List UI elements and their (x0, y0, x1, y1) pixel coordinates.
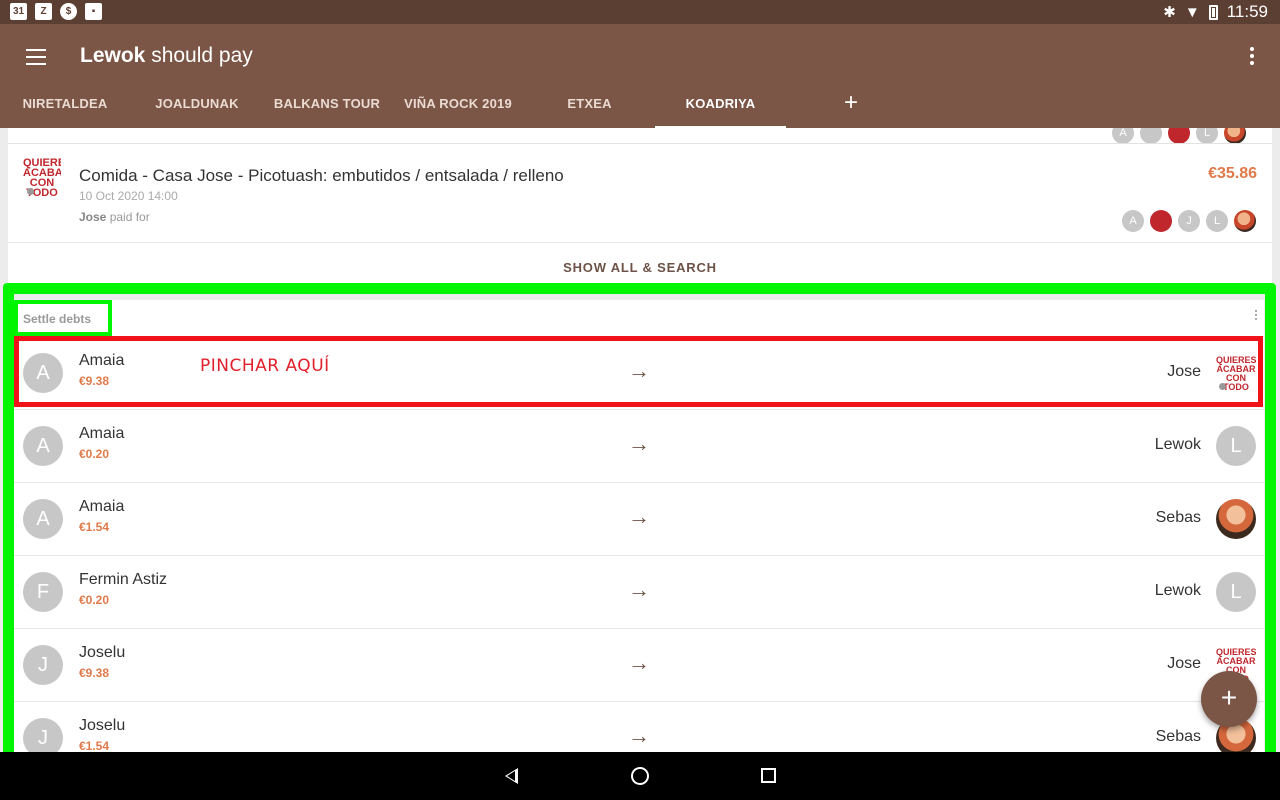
creditor-avatar: QUIERES ACABAR CON TODO (1216, 353, 1256, 393)
battery-icon (1208, 4, 1218, 20)
debt-amount: €9.38 (79, 374, 110, 388)
participant-avatar: A (1122, 210, 1144, 232)
creditor-name: Jose (1167, 655, 1201, 672)
creditor-name: Sebas (1155, 509, 1201, 526)
overflow-menu-icon[interactable] (1250, 47, 1256, 67)
debt-amount: €1.54 (79, 520, 110, 534)
bluetooth-icon: ✱ (1163, 4, 1176, 21)
debt-amount: €0.20 (79, 447, 110, 461)
status-bar: 31 Z $ ▪ ✱ ▼ 11:59 (0, 0, 1280, 24)
expense-title: Comida - Casa Jose - Picotuash: embutido… (79, 166, 564, 185)
arrow-right-icon: → (628, 358, 650, 383)
creditor-name: Sebas (1155, 728, 1201, 745)
debtor-avatar: A (23, 426, 63, 466)
settle-overflow-icon[interactable] (1255, 310, 1258, 322)
calendar-icon: 31 (10, 3, 27, 20)
creditor-name: Jose (1167, 363, 1201, 380)
payer-avatar: QUIERES ACABAR CON TODO (23, 158, 61, 198)
menu-icon[interactable] (26, 49, 46, 65)
arrow-right-icon: → (628, 504, 650, 529)
content-area: A L QUIERES ACABAR CON TODO Comida - Cas… (0, 128, 1280, 752)
clock: 11:59 (1226, 2, 1268, 21)
debt-amount: €0.20 (79, 593, 110, 607)
debt-amount: €9.38 (79, 666, 110, 680)
dollar-icon: $ (60, 3, 77, 20)
tab-balkans-tour[interactable]: BALKANS TOUR (262, 80, 392, 128)
expense-paid-for: Jose paid for (79, 210, 150, 224)
app-bar: Lewok should pay NIRETALDEA JOALDUNAK BA… (0, 24, 1280, 128)
group-tabs: NIRETALDEA JOALDUNAK BALKANS TOUR VIÑA R… (0, 80, 1280, 128)
debtor-avatar: J (23, 645, 63, 685)
home-icon[interactable] (631, 767, 649, 785)
arrow-right-icon: → (628, 723, 650, 748)
participant-avatar (1150, 210, 1172, 232)
debtor-name: Amaia (79, 352, 125, 369)
creditor-avatar (1216, 499, 1256, 539)
participant-avatar: A (1112, 128, 1134, 144)
previous-participants: A L (1112, 128, 1246, 144)
expense-date: 10 Oct 2020 14:00 (79, 189, 178, 203)
debtor-name: Fermin Astiz (79, 571, 168, 588)
divider (8, 143, 1272, 144)
debt-row[interactable]: J Joselu €9.38 → Jose QUIERES ACABAR CON… (12, 628, 1264, 701)
tab-koadriya[interactable]: KOADRIYA (655, 80, 786, 128)
arrow-right-icon: → (628, 577, 650, 602)
page-title: Lewok should pay (80, 44, 253, 67)
debtor-name: Joselu (79, 644, 126, 661)
tab-vina-rock-2019[interactable]: VIÑA ROCK 2019 (392, 80, 524, 128)
expense-participants: A J L (1122, 210, 1256, 232)
tab-joaldunak[interactable]: JOALDUNAK (132, 80, 262, 128)
participant-avatar (1224, 128, 1246, 144)
debtor-avatar: J (23, 718, 63, 752)
creditor-name: Lewok (1154, 436, 1201, 453)
participant-avatar: L (1206, 210, 1228, 232)
image-icon: ▪ (85, 3, 102, 20)
system-nav-bar (0, 752, 1280, 800)
debtor-avatar: A (23, 353, 63, 393)
add-group-tab-icon[interactable]: + (840, 80, 862, 128)
participant-avatar (1140, 128, 1162, 144)
z-app-icon: Z (35, 3, 52, 20)
debtor-avatar: A (23, 499, 63, 539)
debtor-name: Amaia (79, 425, 125, 442)
debtor-name: Amaia (79, 498, 125, 515)
participant-avatar (1234, 210, 1256, 232)
tab-etxea[interactable]: ETXEA (524, 80, 655, 128)
creditor-name: Lewok (1154, 582, 1201, 599)
participant-avatar (1168, 128, 1190, 144)
debtor-name: Joselu (79, 717, 126, 734)
arrow-right-icon: → (628, 650, 650, 675)
back-icon[interactable] (505, 768, 518, 784)
annotation-text: PINCHAR AQUÍ (200, 356, 330, 376)
debt-row[interactable]: J Joselu €1.54 → Sebas (12, 701, 1264, 752)
settle-debts-header: Settle debts (12, 300, 1264, 336)
participant-avatar: L (1196, 128, 1218, 144)
debtor-avatar: F (23, 572, 63, 612)
debt-row[interactable]: F Fermin Astiz €0.20 → Lewok L (12, 555, 1264, 628)
recent-apps-icon[interactable] (761, 768, 776, 783)
creditor-avatar: L (1216, 426, 1256, 466)
show-all-search-button[interactable]: SHOW ALL & SEARCH (8, 242, 1272, 292)
arrow-right-icon: → (628, 431, 650, 456)
debt-amount: €1.54 (79, 739, 110, 752)
debt-row[interactable]: A Amaia €0.20 → Lewok L (12, 409, 1264, 482)
settle-debts-label: Settle debts (23, 312, 92, 326)
wifi-icon: ▼ (1184, 3, 1200, 21)
expense-amount: €35.86 (1208, 165, 1257, 182)
debt-row[interactable]: A Amaia €1.54 → Sebas (12, 482, 1264, 555)
tab-niretaldea[interactable]: NIRETALDEA (0, 80, 130, 128)
expense-card[interactable]: A L QUIERES ACABAR CON TODO Comida - Cas… (8, 128, 1272, 242)
add-expense-fab[interactable]: + (1201, 671, 1257, 727)
participant-avatar: J (1178, 210, 1200, 232)
creditor-avatar: L (1216, 572, 1256, 612)
